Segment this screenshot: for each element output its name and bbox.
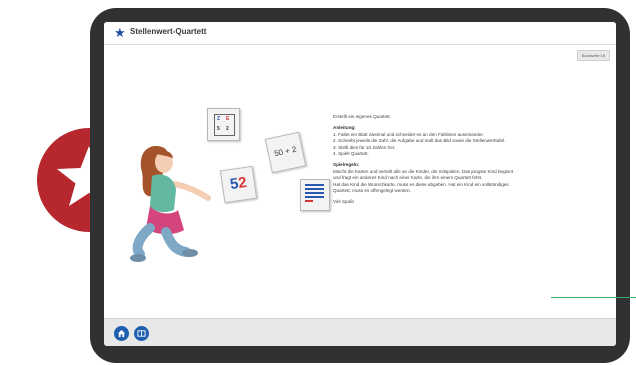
pointer-line xyxy=(551,297,636,298)
book-button[interactable] xyxy=(134,326,149,341)
home-button[interactable] xyxy=(114,326,129,341)
number-ones: 2 xyxy=(237,173,248,192)
star-logo-icon: ★ xyxy=(114,25,126,40)
closing-text: Viel Spaß! xyxy=(333,199,355,205)
tens-header: Z xyxy=(217,116,221,122)
picture-card xyxy=(300,179,330,211)
girl-illustration xyxy=(130,146,211,262)
bottom-toolbar xyxy=(104,318,616,346)
page-title: Stellenwert-Quartett xyxy=(130,27,207,36)
instructions-heading: Anleitung: xyxy=(333,125,356,131)
number-card: 52 xyxy=(219,165,258,204)
page-badge: Buchseite 18 xyxy=(576,50,610,61)
tens-value: 5 xyxy=(217,126,220,132)
app-screen: ★ Stellenwert-Quartett Buchseite 18 Z E … xyxy=(104,22,616,346)
ones-header: E xyxy=(226,116,230,122)
instructions-text: Erstellt ein eigenes Quartett. Anleitung… xyxy=(333,114,603,206)
ones-value: 2 xyxy=(226,126,229,132)
book-icon xyxy=(137,330,146,337)
rules-heading: Spielregeln: xyxy=(333,162,360,168)
place-value-table: Z E 5 2 xyxy=(214,114,235,136)
home-icon xyxy=(117,329,126,338)
task-text: 50 + 2 xyxy=(273,144,298,159)
place-value-card: Z E 5 2 xyxy=(207,108,240,141)
title-bar: ★ Stellenwert-Quartett xyxy=(104,22,616,45)
task-card: 50 + 2 xyxy=(264,131,307,174)
